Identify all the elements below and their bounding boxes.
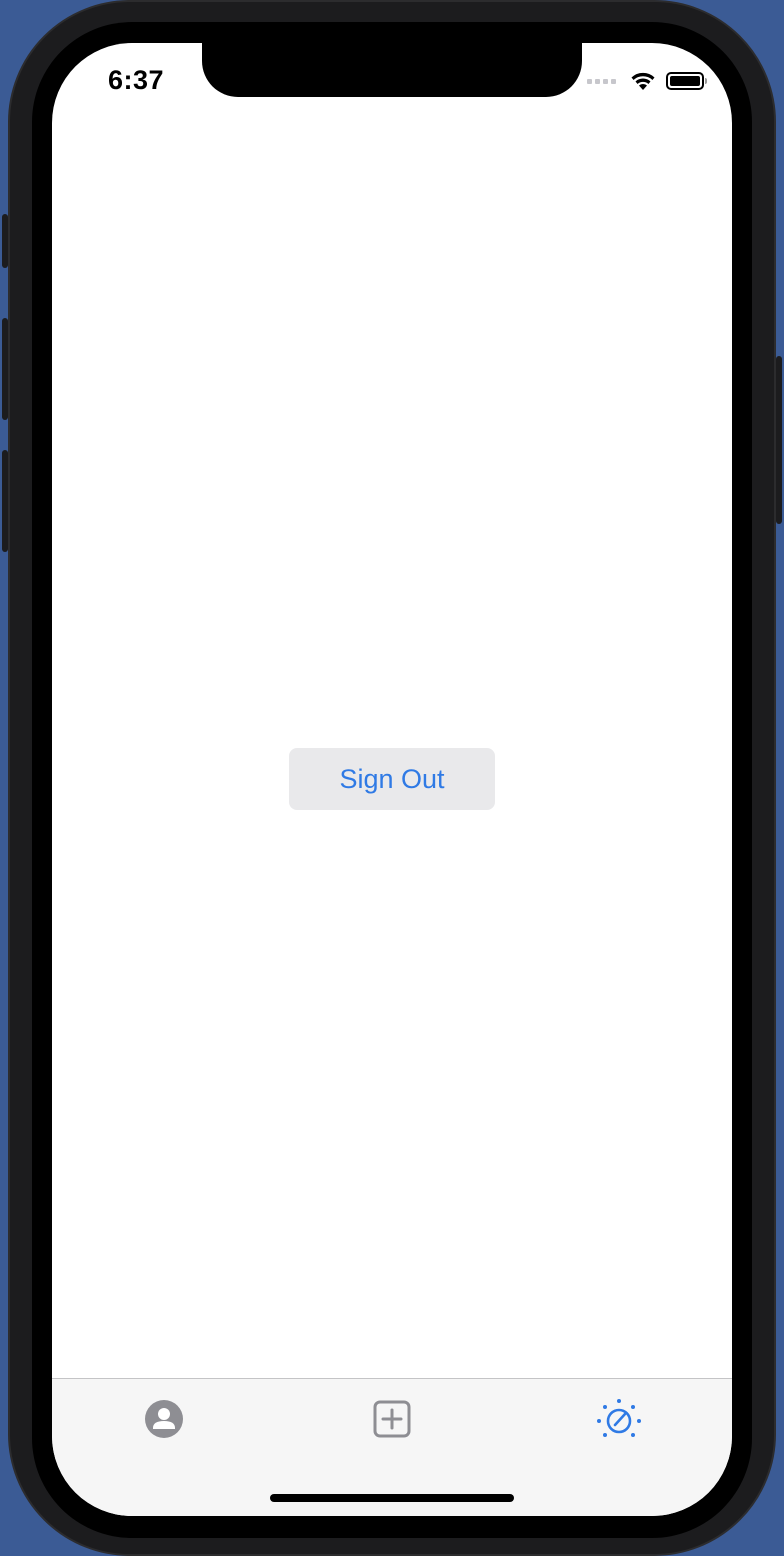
battery-icon bbox=[666, 72, 707, 90]
status-time: 6:37 bbox=[108, 65, 165, 95]
status-icons bbox=[587, 71, 707, 91]
tab-add[interactable] bbox=[362, 1389, 422, 1449]
volume-down-button bbox=[2, 450, 8, 552]
home-indicator[interactable] bbox=[270, 1494, 514, 1502]
notch bbox=[202, 43, 582, 97]
tab-explore[interactable] bbox=[589, 1389, 649, 1449]
explore-dial-icon bbox=[597, 1399, 641, 1437]
power-button bbox=[776, 356, 782, 524]
volume-up-button bbox=[2, 318, 8, 420]
plus-square-icon bbox=[373, 1400, 411, 1438]
mute-switch bbox=[2, 214, 8, 268]
cellular-signal-icon bbox=[587, 78, 616, 84]
screen: 6:37 Sign Out bbox=[52, 43, 732, 1516]
wifi-icon bbox=[631, 72, 655, 90]
tab-profile[interactable] bbox=[134, 1389, 194, 1449]
sign-out-button[interactable]: Sign Out bbox=[289, 748, 495, 810]
person-circle-icon bbox=[145, 1400, 183, 1438]
